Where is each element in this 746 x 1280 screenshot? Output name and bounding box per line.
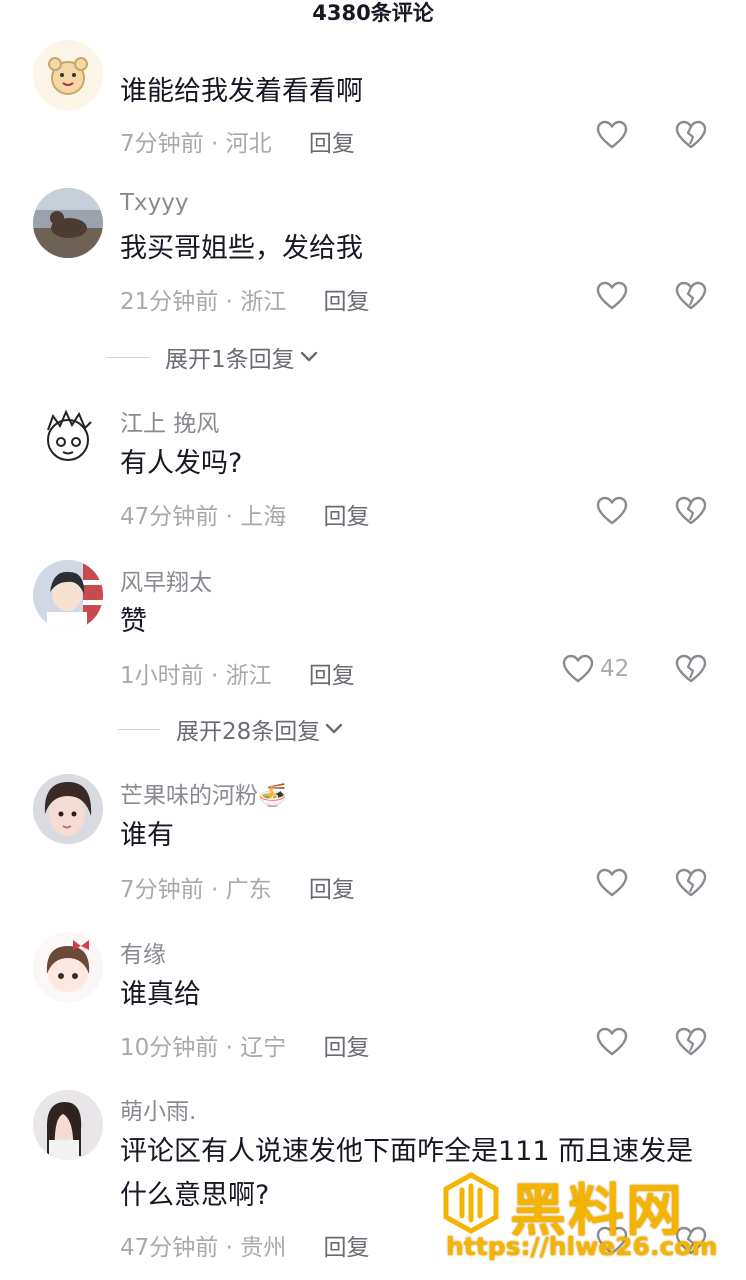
comment-location: 辽宁: [240, 1035, 287, 1061]
reply-button[interactable]: 回复: [309, 131, 355, 157]
heart-outline-icon: [596, 1027, 628, 1056]
avatar[interactable]: [33, 188, 103, 258]
anime-boy-avatar: [33, 560, 103, 630]
comment-username[interactable]: 芒果味的河粉🍜: [120, 776, 287, 810]
comment-username[interactable]: 萌小雨.: [120, 1092, 196, 1126]
watermark-url: https://hlwe26.com: [446, 1232, 718, 1261]
heart-outline-icon: [562, 654, 594, 683]
reply-button[interactable]: 回复: [309, 663, 355, 689]
dislike-button[interactable]: [675, 120, 707, 154]
comment-username[interactable]: 风早翔太: [120, 563, 212, 597]
photo-cat-avatar: [33, 188, 103, 258]
comment-text: 谁能给我发着看看啊: [120, 76, 363, 107]
like-button[interactable]: [596, 120, 634, 150]
comment-meta: 1小时前 · 浙江 回复: [120, 663, 355, 689]
broken-heart-icon: [675, 496, 707, 525]
broken-heart-icon: [675, 120, 707, 149]
comment-meta: 21分钟前 · 浙江 回复: [120, 289, 370, 315]
heart-outline-icon: [596, 120, 628, 149]
sketch-face-avatar: [33, 402, 103, 472]
reply-button[interactable]: 回复: [309, 877, 355, 903]
comment-location: 河北: [225, 131, 272, 157]
chibi-girl-avatar: [33, 932, 103, 1002]
comment-time: 47分钟前: [120, 504, 219, 530]
broken-heart-icon: [675, 1027, 707, 1056]
cartoon-bear-avatar: [33, 40, 103, 110]
like-button[interactable]: 42: [562, 654, 629, 684]
watermark: 黑料网 https://hlwe26.com: [440, 1168, 740, 1276]
comment-time: 7分钟前: [120, 131, 204, 157]
comment-meta: 7分钟前 · 河北 回复: [120, 131, 355, 157]
comment-username[interactable]: Txyyy: [120, 190, 189, 216]
avatar[interactable]: [33, 932, 103, 1002]
comment-location: 上海: [240, 504, 287, 530]
comment-time: 10分钟前: [120, 1035, 219, 1061]
comment-time: 7分钟前: [120, 877, 204, 903]
avatar[interactable]: [33, 774, 103, 844]
comment-meta: 47分钟前 · 贵州 回复: [120, 1235, 370, 1261]
comment-meta: 47分钟前 · 上海 回复: [120, 504, 370, 530]
broken-heart-icon: [675, 868, 707, 897]
avatar[interactable]: [33, 40, 103, 110]
comment-text: 谁真给: [120, 979, 201, 1010]
comment-meta: 10分钟前 · 辽宁 回复: [120, 1035, 370, 1061]
dislike-button[interactable]: [675, 281, 707, 315]
broken-heart-icon: [675, 281, 707, 310]
comment-location: 贵州: [240, 1235, 287, 1261]
photo-woman-avatar: [33, 1090, 103, 1160]
like-button[interactable]: [596, 1027, 634, 1057]
heart-outline-icon: [596, 281, 628, 310]
chevron-down-icon: [300, 351, 317, 362]
expand-replies-label: 展开1条回复: [165, 347, 295, 373]
avatar[interactable]: [33, 560, 103, 630]
reply-button[interactable]: 回复: [324, 289, 370, 315]
expand-replies-button[interactable]: 展开28条回复: [118, 712, 344, 746]
watermark-logo-icon: [443, 1172, 499, 1234]
reply-button[interactable]: 回复: [324, 1235, 370, 1261]
divider-line: [107, 356, 149, 358]
avatar[interactable]: [33, 402, 103, 472]
like-button[interactable]: [596, 281, 634, 311]
comment-location: 浙江: [240, 289, 287, 315]
comment-text: 谁有: [120, 820, 174, 851]
comment-time: 21分钟前: [120, 289, 219, 315]
comment-location: 浙江: [225, 663, 272, 689]
comment-username[interactable]: 江上 挽风: [120, 404, 219, 438]
avatar[interactable]: [33, 1090, 103, 1160]
dislike-button[interactable]: [675, 654, 707, 688]
reply-button[interactable]: 回复: [324, 504, 370, 530]
comment-location: 广东: [225, 877, 272, 903]
like-button[interactable]: [596, 868, 634, 898]
comment-time: 47分钟前: [120, 1235, 219, 1261]
comment-text: 赞: [120, 606, 147, 637]
chevron-down-icon: [326, 723, 343, 734]
comment-count-title: 4380条评论: [312, 1, 434, 25]
dislike-button[interactable]: [675, 868, 707, 902]
expand-replies-label: 展开28条回复: [176, 719, 321, 745]
dislike-button[interactable]: [675, 496, 707, 530]
comment-username[interactable]: 有缘: [120, 935, 166, 969]
like-count: 42: [600, 656, 630, 682]
like-button[interactable]: [596, 496, 634, 526]
heart-outline-icon: [596, 496, 628, 525]
photo-girl-avatar: [33, 774, 103, 844]
dislike-button[interactable]: [675, 1027, 707, 1061]
broken-heart-icon: [675, 654, 707, 683]
reply-button[interactable]: 回复: [324, 1035, 370, 1061]
comment-text: 我买哥姐些，发给我: [120, 233, 363, 264]
divider-line: [118, 728, 160, 730]
comment-text: 有人发吗?: [120, 448, 243, 479]
comment-time: 1小时前: [120, 663, 204, 689]
heart-outline-icon: [596, 868, 628, 897]
comment-meta: 7分钟前 · 广东 回复: [120, 877, 355, 903]
expand-replies-button[interactable]: 展开1条回复: [107, 340, 319, 374]
